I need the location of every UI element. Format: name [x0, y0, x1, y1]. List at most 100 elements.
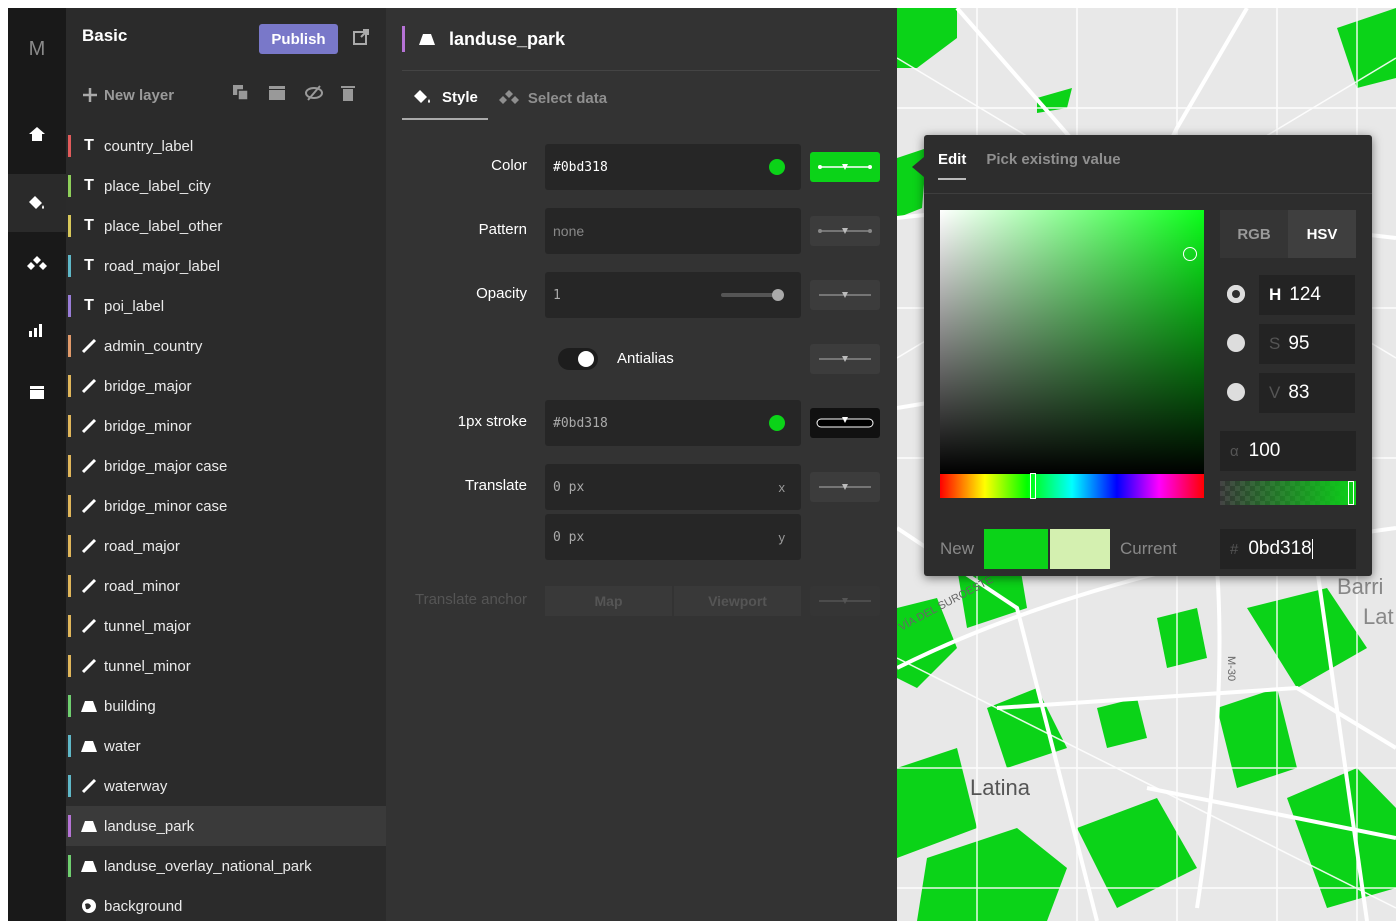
layer-list-item[interactable]: landuse_park: [66, 806, 386, 846]
layer-list-item[interactable]: building: [66, 686, 386, 726]
app-frame: M Basic Publish New layer T country_labe…: [8, 8, 1396, 921]
layer-name: road_minor: [104, 577, 180, 595]
alpha-slider[interactable]: [1220, 481, 1356, 505]
hue-input[interactable]: H 124: [1259, 275, 1355, 315]
duplicate-layer-icon[interactable]: [232, 84, 250, 102]
layer-list-item[interactable]: tunnel_major: [66, 606, 386, 646]
layer-name: background: [104, 897, 183, 915]
layer-list-item[interactable]: road_major: [66, 526, 386, 566]
alpha-slider-handle[interactable]: [1348, 481, 1354, 505]
chart-icon[interactable]: [8, 310, 66, 350]
translate-y-input[interactable]: 0 px y: [545, 514, 801, 560]
divider: [924, 193, 1372, 194]
project-name: Basic: [82, 26, 128, 45]
layer-color-bar: [68, 335, 71, 357]
layer-list-item[interactable]: waterway: [66, 766, 386, 806]
line-layer-icon: [80, 658, 98, 674]
hue-radio[interactable]: [1227, 285, 1245, 303]
opacity-zoom-function-button[interactable]: [810, 280, 880, 310]
home-icon[interactable]: [8, 114, 66, 154]
value-input[interactable]: V 83: [1259, 373, 1355, 413]
antialias-zoom-function-button[interactable]: [810, 344, 880, 374]
hex-label: #: [1230, 540, 1239, 558]
stroke-swatch[interactable]: [769, 415, 785, 431]
layer-color-bar: [68, 775, 71, 797]
layer-list-item[interactable]: background: [66, 886, 386, 921]
fill-layer-icon: [80, 859, 98, 873]
saturation-value-area[interactable]: [940, 210, 1204, 474]
group-layer-icon[interactable]: [268, 84, 286, 102]
layer-name: admin_country: [104, 337, 203, 355]
value-radio[interactable]: [1227, 383, 1245, 401]
tab-edit[interactable]: Edit: [938, 151, 967, 180]
new-layer-label: New layer: [104, 86, 175, 104]
pattern-zoom-function-button[interactable]: [810, 216, 880, 246]
anchor-option-viewport: Viewport: [674, 586, 801, 616]
delete-layer-icon[interactable]: [340, 84, 358, 102]
layer-list-item[interactable]: bridge_minor case: [66, 486, 386, 526]
new-layer-button[interactable]: New layer: [82, 87, 174, 104]
translate-x-axis: x: [778, 479, 786, 495]
stroke-input[interactable]: #0bd318: [545, 400, 801, 446]
tab-select-data[interactable]: Select data: [488, 76, 617, 120]
layer-name: waterway: [104, 777, 168, 795]
hue-slider[interactable]: [940, 474, 1204, 498]
antialias-toggle[interactable]: [558, 348, 598, 370]
layer-list: Tcountry_label Tplace_label_city Tplace_la…: [66, 126, 386, 921]
new-color-swatch: [984, 529, 1049, 569]
folder-icon[interactable]: [8, 372, 66, 412]
layer-toolbar: New layer: [82, 80, 382, 110]
pattern-input[interactable]: none: [545, 208, 801, 254]
layer-list-item[interactable]: road_minor: [66, 566, 386, 606]
hide-layer-icon[interactable]: [304, 84, 323, 102]
saturation-value: 95: [1288, 333, 1310, 354]
hue-slider-handle[interactable]: [1030, 473, 1036, 499]
layer-color-bar: [68, 455, 71, 477]
layer-color-bar: [68, 855, 71, 877]
translate-x-input[interactable]: 0 px x: [545, 464, 801, 510]
layer-list-item[interactable]: Tplace_label_other: [66, 206, 386, 246]
layer-list-item[interactable]: tunnel_minor: [66, 646, 386, 686]
editor-tabs: Style Select data: [402, 76, 617, 120]
layer-color-bar: [68, 655, 71, 677]
symbol-layer-icon: T: [84, 217, 94, 234]
layer-name: poi_label: [104, 297, 165, 315]
current-color-swatch[interactable]: [1048, 529, 1111, 569]
current-label: Current: [1120, 539, 1177, 558]
mode-hsv-button[interactable]: HSV: [1288, 210, 1356, 258]
opacity-slider-handle[interactable]: [772, 289, 784, 301]
layer-list-item[interactable]: Tpoi_label: [66, 286, 386, 326]
saturation-input[interactable]: S 95: [1259, 324, 1355, 364]
layer-list-item[interactable]: bridge_minor: [66, 406, 386, 446]
layer-name: place_label_other: [104, 217, 223, 235]
stroke-zoom-function-button[interactable]: [810, 408, 880, 438]
sources-icon: [498, 90, 519, 104]
layer-list-item[interactable]: landuse_overlay_national_park: [66, 846, 386, 886]
layer-list-item[interactable]: bridge_major case: [66, 446, 386, 486]
color-swatch[interactable]: [769, 159, 785, 175]
publish-button[interactable]: Publish: [259, 24, 338, 54]
saturation-radio[interactable]: [1227, 334, 1245, 352]
layer-list-item[interactable]: water: [66, 726, 386, 766]
mode-rgb-button[interactable]: RGB: [1220, 210, 1288, 258]
color-mode-toggle: RGB HSV: [1220, 210, 1356, 258]
layer-list-item[interactable]: bridge_major: [66, 366, 386, 406]
alpha-input[interactable]: α 100: [1220, 431, 1356, 471]
layer-list-item[interactable]: admin_country: [66, 326, 386, 366]
external-link-icon[interactable]: [352, 28, 370, 46]
color-zoom-function-button[interactable]: [810, 152, 880, 182]
color-input[interactable]: #0bd318: [545, 144, 801, 190]
tab-pick-existing[interactable]: Pick existing value: [986, 151, 1120, 180]
layer-list-item[interactable]: Tcountry_label: [66, 126, 386, 166]
sources-icon[interactable]: [8, 244, 66, 284]
hex-input[interactable]: # 0bd318: [1220, 529, 1356, 569]
fill-layer-icon: [419, 34, 435, 45]
layer-name: building: [104, 697, 156, 715]
translate-zoom-function-button[interactable]: [810, 472, 880, 502]
paint-bucket-icon[interactable]: [8, 174, 66, 232]
saturation-value-handle[interactable]: [1183, 247, 1197, 261]
layer-name: place_label_city: [104, 177, 211, 195]
tab-style[interactable]: Style: [402, 76, 488, 120]
layer-list-item[interactable]: Troad_major_label: [66, 246, 386, 286]
layer-list-item[interactable]: Tplace_label_city: [66, 166, 386, 206]
